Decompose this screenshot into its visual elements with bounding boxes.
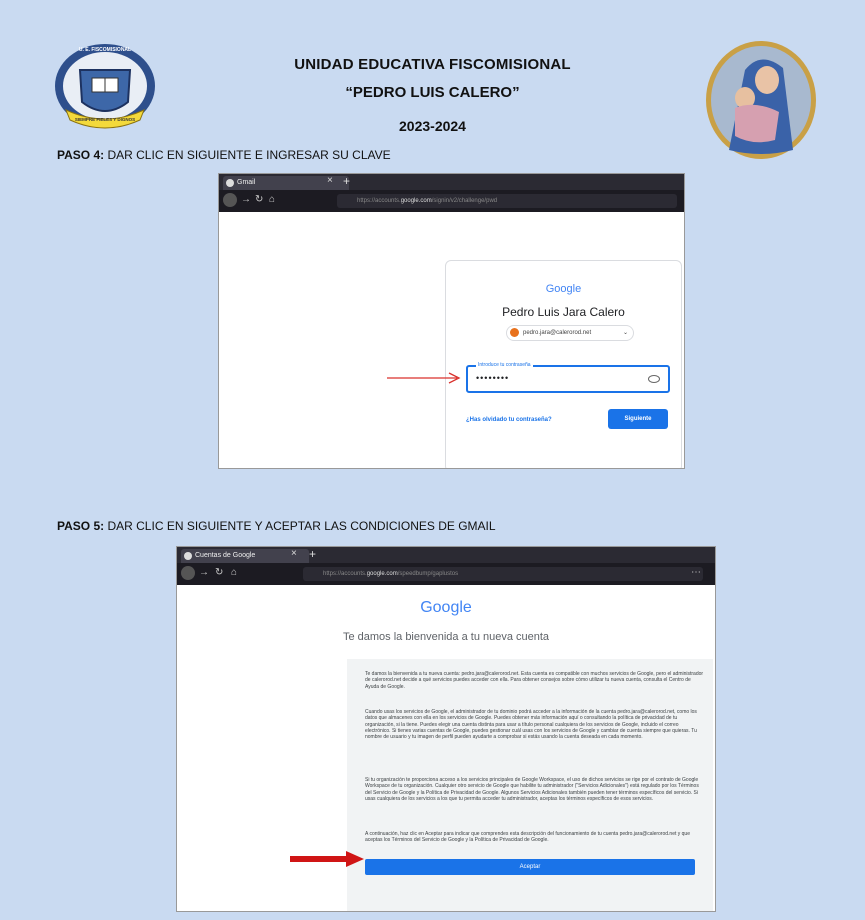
google-logo: Google xyxy=(446,283,681,295)
google-signin-card: Google Pedro Luis Jara Calero pedro.jara… xyxy=(445,260,682,468)
tab-bar: Cuentas de Google × + xyxy=(177,547,715,563)
address-field[interactable]: https://accounts.google.com/speedbump/ga… xyxy=(303,567,703,581)
google-logo-text: Google xyxy=(420,599,472,616)
tab-label: Gmail xyxy=(237,179,256,186)
back-icon[interactable] xyxy=(223,193,237,207)
avatar xyxy=(510,328,519,337)
account-email: pedro.jara@calerorod.net xyxy=(523,330,592,336)
gmail-favicon-icon xyxy=(226,179,234,187)
pointer-arrow-step4 xyxy=(387,372,461,384)
home-icon[interactable]: ⌂ xyxy=(269,194,275,205)
step5-label: PASO 5: xyxy=(57,519,105,533)
welcome-title: Te damos la bienvenida a tu nueva cuenta xyxy=(342,631,550,643)
chevron-down-icon: ⌄ xyxy=(622,330,628,336)
show-password-icon[interactable] xyxy=(648,375,660,383)
url-domain: google.com xyxy=(400,198,432,204)
close-tab-icon[interactable]: × xyxy=(291,548,297,559)
reload-icon[interactable]: ↻ xyxy=(255,194,263,205)
document-page: { "header": { "school_line1": "UNIDAD ED… xyxy=(0,0,865,920)
virgin-and-child-medallion-icon xyxy=(706,41,816,159)
google-logo-text: Google xyxy=(545,283,582,295)
password-field[interactable]: Introduce tu contraseña •••••••• xyxy=(466,362,670,393)
step5-instruction: PASO 5: DAR CLIC EN SIGUIENTE Y ACEPTAR … xyxy=(57,519,496,533)
back-icon[interactable] xyxy=(181,566,195,580)
account-chip[interactable]: pedro.jara@calerorod.net ⌄ xyxy=(506,325,634,341)
terms-panel: Te damos la bienvenida a tu nueva cuenta… xyxy=(347,659,713,911)
tab-label: Cuentas de Google xyxy=(195,552,256,559)
browser-window-step5: Cuentas de Google × + → ↻ ⌂ https://acco… xyxy=(176,546,716,912)
reload-icon[interactable]: ↻ xyxy=(215,567,223,578)
url-domain: google.com xyxy=(366,571,398,577)
step4-label: PASO 4: xyxy=(57,148,105,162)
terms-paragraph-2: Cuando usas los servicios de Google, el … xyxy=(365,709,697,741)
tab-google-accounts[interactable]: Cuentas de Google xyxy=(181,549,309,563)
new-tab-icon[interactable]: + xyxy=(343,174,350,188)
account-name: Pedro Luis Jara Calero xyxy=(502,305,625,319)
new-tab-icon[interactable]: + xyxy=(309,547,316,561)
step4-text: DAR CLIC EN SIGUIENTE E INGRESAR SU CLAV… xyxy=(107,148,391,162)
forgot-password-link[interactable]: ¿Has olvidado tu contraseña? xyxy=(466,417,552,423)
home-icon[interactable]: ⌂ xyxy=(231,567,237,578)
tab-bar: Gmail × + xyxy=(219,174,684,190)
step5-text: DAR CLIC EN SIGUIENTE Y ACEPTAR LAS COND… xyxy=(107,519,496,533)
url-bar: → ↻ ⌂ https://accounts.google.com/speedb… xyxy=(177,563,715,585)
url-bar: → ↻ ⌂ https://accounts.google.com/signin… xyxy=(219,190,684,212)
menu-icon[interactable]: ⋯ xyxy=(691,567,701,578)
logo-top-text: U. E. FISCOMISIONAL xyxy=(78,47,132,53)
accept-button[interactable]: Aceptar xyxy=(365,859,695,875)
step4-instruction: PASO 4: DAR CLIC EN SIGUIENTE E INGRESAR… xyxy=(57,148,391,162)
terms-paragraph-1: Te damos la bienvenida a tu nueva cuenta… xyxy=(365,671,704,690)
forward-icon[interactable]: → xyxy=(241,194,251,205)
close-tab-icon[interactable]: × xyxy=(327,175,333,186)
address-field[interactable]: https://accounts.google.com/signin/v2/ch… xyxy=(337,194,677,208)
google-logo: Google xyxy=(177,599,715,617)
terms-paragraph-3: Si tu organización te proporciona acceso… xyxy=(365,777,699,802)
terms-paragraph-4: A continuación, haz clic en Aceptar para… xyxy=(365,831,690,844)
password-value: •••••••• xyxy=(476,373,510,383)
password-label: Introduce tu contraseña xyxy=(476,362,533,368)
pointer-arrow-step5 xyxy=(290,851,364,867)
browser-window-step4: Gmail × + → ↻ ⌂ https://accounts.google.… xyxy=(218,173,685,469)
google-favicon-icon xyxy=(184,552,192,560)
next-button[interactable]: Siguiente xyxy=(608,409,668,429)
forward-icon[interactable]: → xyxy=(199,567,209,578)
